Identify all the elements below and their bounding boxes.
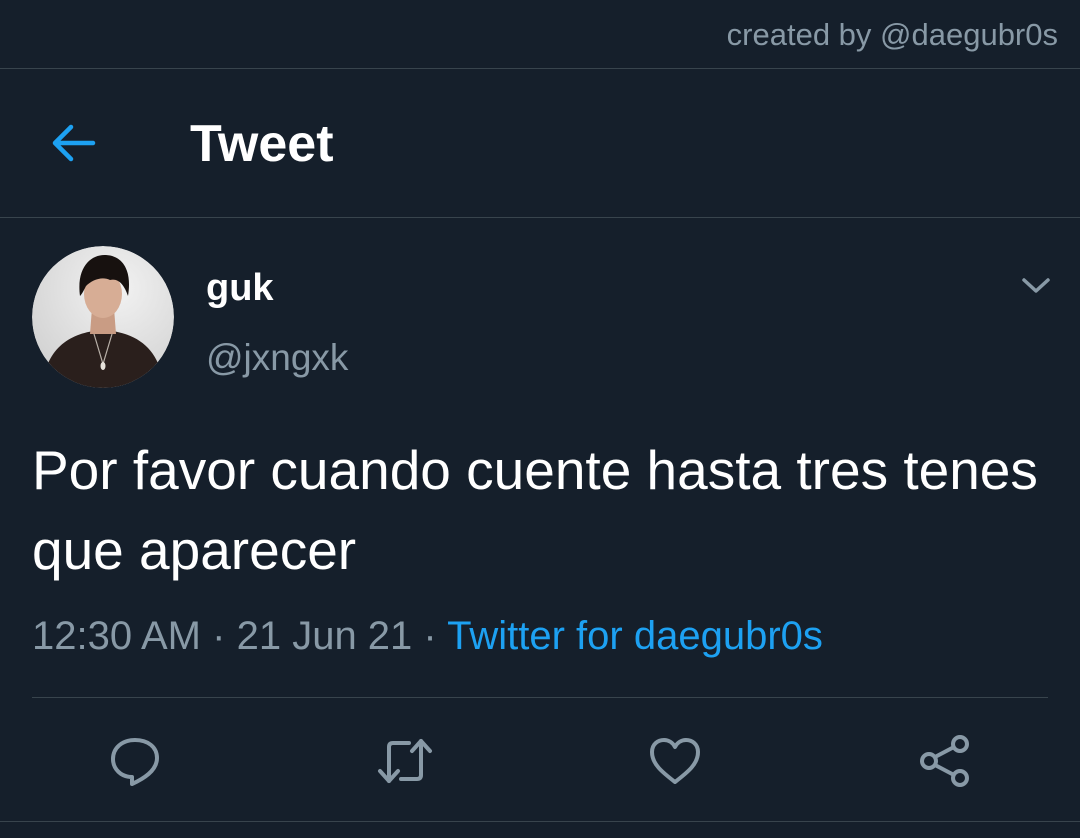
share-button[interactable] [917, 733, 973, 789]
author-display-name[interactable]: guk [206, 267, 274, 310]
retweet-button[interactable] [377, 733, 433, 789]
tweet-menu-button[interactable] [1014, 266, 1058, 306]
reply-button[interactable] [107, 733, 163, 789]
bottom-divider [0, 821, 1080, 822]
arrow-left-icon [52, 124, 96, 162]
retweet-icon [378, 739, 432, 783]
reply-bubble-icon [111, 738, 159, 786]
chevron-down-icon [1022, 278, 1050, 293]
tweet-text: Por favor cuando cuente hasta tres tenes… [32, 439, 1038, 581]
back-button[interactable] [44, 113, 104, 173]
heart-icon [650, 738, 700, 784]
meta-separator: · [423, 614, 437, 658]
avatar[interactable] [32, 246, 174, 388]
avatar-photo [32, 246, 174, 388]
author-handle[interactable]: @jxngxk [206, 337, 348, 379]
top-bar: Tweet [0, 69, 1080, 218]
like-button[interactable] [647, 733, 703, 789]
credit-bar: created by @daegubr0s [0, 0, 1080, 69]
tweet-source-link[interactable]: Twitter for daegubr0s [447, 614, 823, 658]
tweet-meta: 12:30 AM · 21 Jun 21 · Twitter for daegu… [32, 614, 823, 659]
tweet-date: 21 Jun 21 [236, 614, 413, 658]
meta-separator: · [212, 614, 226, 658]
tweet-time: 12:30 AM [32, 614, 202, 658]
divider [32, 697, 1048, 698]
tweet-detail-screen: created by @daegubr0s Tweet guk @jxngxk … [0, 0, 1080, 838]
creator-credit: created by @daegubr0s [726, 17, 1058, 52]
share-icon [920, 735, 969, 787]
page-title: Tweet [190, 115, 334, 173]
